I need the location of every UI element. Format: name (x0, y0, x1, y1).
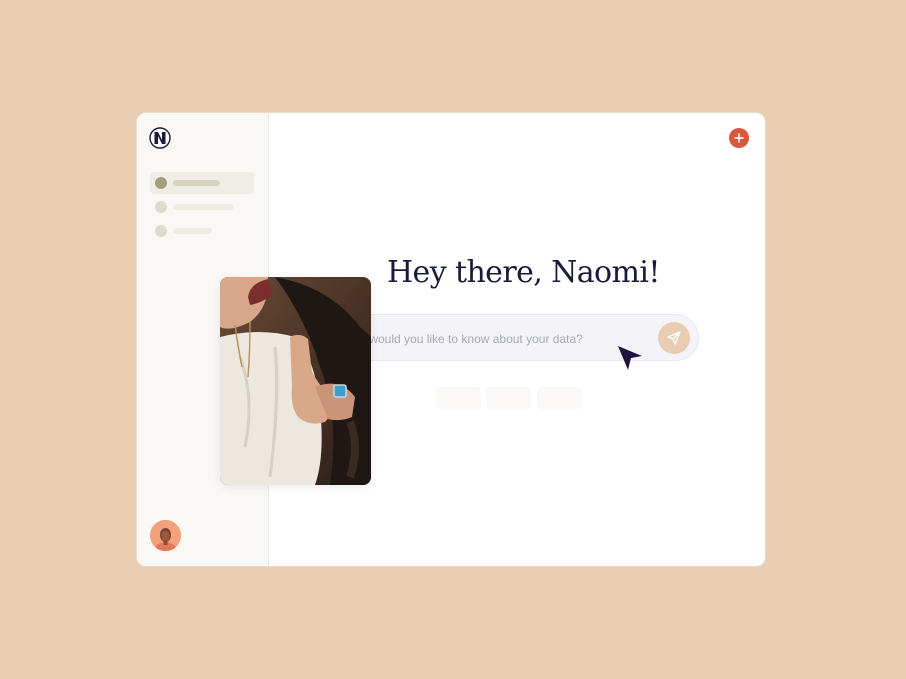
sidebar-item-dot (155, 201, 167, 213)
user-photo (220, 277, 371, 485)
sidebar-item-1[interactable] (150, 172, 254, 194)
send-icon (667, 331, 681, 345)
suggestion-chip-3[interactable] (537, 387, 582, 409)
sidebar-item-label-placeholder (173, 180, 220, 186)
logo-icon[interactable] (149, 127, 171, 149)
sidebar-item-label-placeholder (173, 228, 212, 234)
suggestion-chip-2[interactable] (486, 387, 531, 409)
add-button[interactable] (729, 128, 749, 148)
sidebar-item-3[interactable] (150, 220, 254, 242)
sidebar-item-label-placeholder (173, 204, 234, 210)
greeting-heading: Hey there, Naomi! (387, 255, 660, 290)
avatar[interactable] (150, 520, 181, 551)
sidebar-item-dot (155, 177, 167, 189)
search-input[interactable] (336, 315, 640, 362)
suggestion-chip-1[interactable] (436, 387, 481, 409)
cursor-arrow-icon (618, 346, 642, 370)
sidebar-item-dot (155, 225, 167, 237)
sidebar-item-2[interactable] (150, 196, 254, 218)
plus-icon (734, 133, 744, 143)
send-button[interactable] (658, 322, 690, 354)
